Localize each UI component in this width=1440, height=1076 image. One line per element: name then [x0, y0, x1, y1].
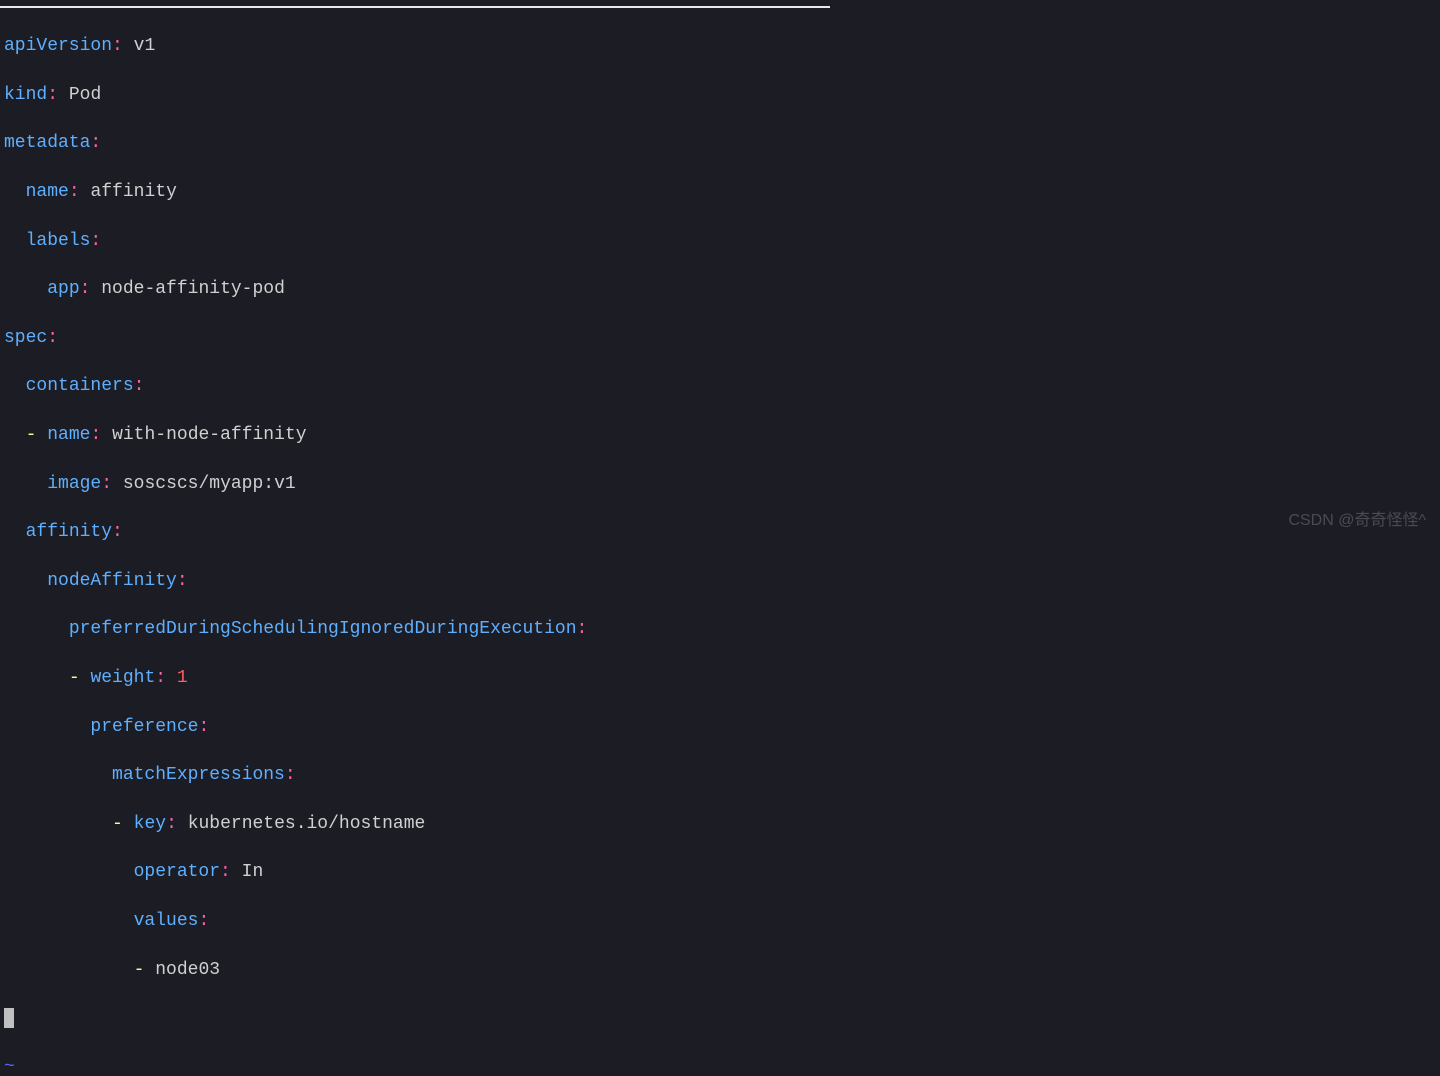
code-line: metadata:: [4, 131, 1440, 155]
code-line: - node03: [4, 958, 1440, 982]
editor-top-bar: [0, 6, 830, 8]
code-line: values:: [4, 909, 1440, 933]
code-line: image: soscscs/myapp:v1: [4, 472, 1440, 496]
code-line: affinity:: [4, 520, 1440, 544]
cursor-line: [4, 1006, 1440, 1030]
code-line: - key: kubernetes.io/hostname: [4, 812, 1440, 836]
code-line: preference:: [4, 715, 1440, 739]
code-line: - weight: 1: [4, 666, 1440, 690]
code-line: nodeAffinity:: [4, 569, 1440, 593]
code-line: containers:: [4, 374, 1440, 398]
code-line: app: node-affinity-pod: [4, 277, 1440, 301]
code-line: labels:: [4, 229, 1440, 253]
code-line: operator: In: [4, 860, 1440, 884]
code-line: apiVersion: v1: [4, 34, 1440, 58]
code-line: name: affinity: [4, 180, 1440, 204]
watermark-text: CSDN @奇奇怪怪^: [1288, 510, 1426, 532]
yaml-code-editor[interactable]: apiVersion: v1 kind: Pod metadata: name:…: [0, 10, 1440, 1055]
code-line: matchExpressions:: [4, 763, 1440, 787]
code-line: spec:: [4, 326, 1440, 350]
vim-tilde: ~: [0, 1055, 1440, 1076]
code-line: kind: Pod: [4, 83, 1440, 107]
code-line: preferredDuringSchedulingIgnoredDuringEx…: [4, 617, 1440, 641]
cursor-icon: [4, 1008, 14, 1028]
code-line: - name: with-node-affinity: [4, 423, 1440, 447]
